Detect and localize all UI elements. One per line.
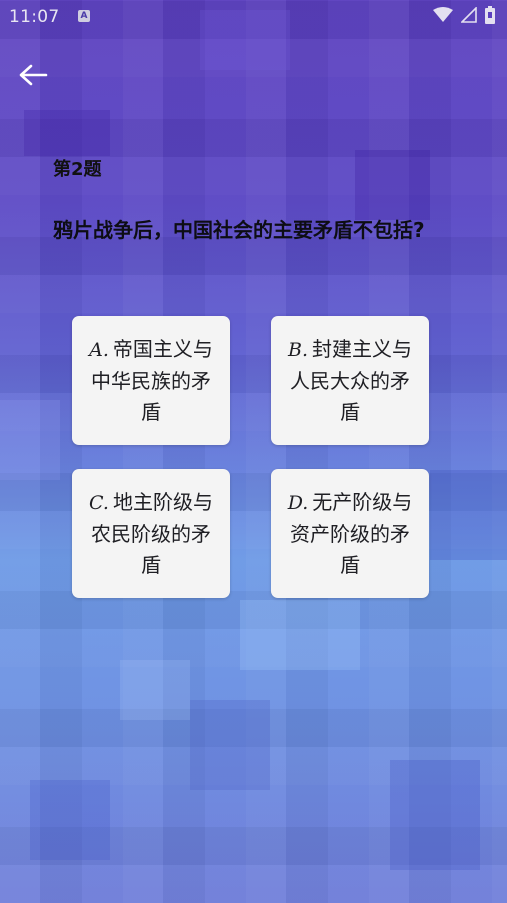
option-c-content: C. 地主阶级与农民阶级的矛盾 [88,487,214,581]
option-b-content: B. 封建主义与人民大众的矛盾 [287,334,413,428]
option-text: 帝国主义与中华民族的矛盾 [91,336,213,424]
option-a-card[interactable]: A. 帝国主义与中华民族的矛盾 [72,316,230,445]
option-letter: D. [287,491,309,514]
background-tile [120,660,190,720]
option-d-content: D. 无产阶级与资产阶级的矛盾 [287,487,413,581]
status-time: 11:07 [9,7,60,27]
status-icons [433,6,495,28]
option-text: 无产阶级与资产阶级的矛盾 [290,489,413,577]
background-tile [240,600,360,670]
question-number: 第2题 [53,159,102,180]
option-d-card[interactable]: D. 无产阶级与资产阶级的矛盾 [271,469,429,598]
option-text: 封建主义与人民大众的矛盾 [290,336,412,424]
arrow-left-icon [18,64,48,90]
battery-icon [485,6,495,28]
option-letter: C. [89,491,109,514]
option-a-content: A. 帝国主义与中华民族的矛盾 [88,334,214,428]
back-button[interactable] [16,62,50,92]
background-tile [355,150,430,220]
wifi-icon [433,7,453,27]
option-b-card[interactable]: B. 封建主义与人民大众的矛盾 [271,316,429,445]
background-tile [30,780,110,860]
background-tile [430,470,507,560]
background-tile [190,700,270,790]
background-tile [0,400,60,480]
option-letter: B. [287,338,308,361]
option-c-card[interactable]: C. 地主阶级与农民阶级的矛盾 [72,469,230,598]
option-text: 地主阶级与农民阶级的矛盾 [91,489,213,577]
background-mosaic [0,0,507,903]
status-bar: 11:07 A [0,0,507,34]
option-letter: A. [89,338,109,361]
notification-icon: A [78,10,90,22]
background-tile [390,760,480,870]
background-tile [24,110,110,156]
question-text: 鸦片战争后，中国社会的主要矛盾不包括? [53,218,425,242]
cell-signal-icon [460,6,477,27]
